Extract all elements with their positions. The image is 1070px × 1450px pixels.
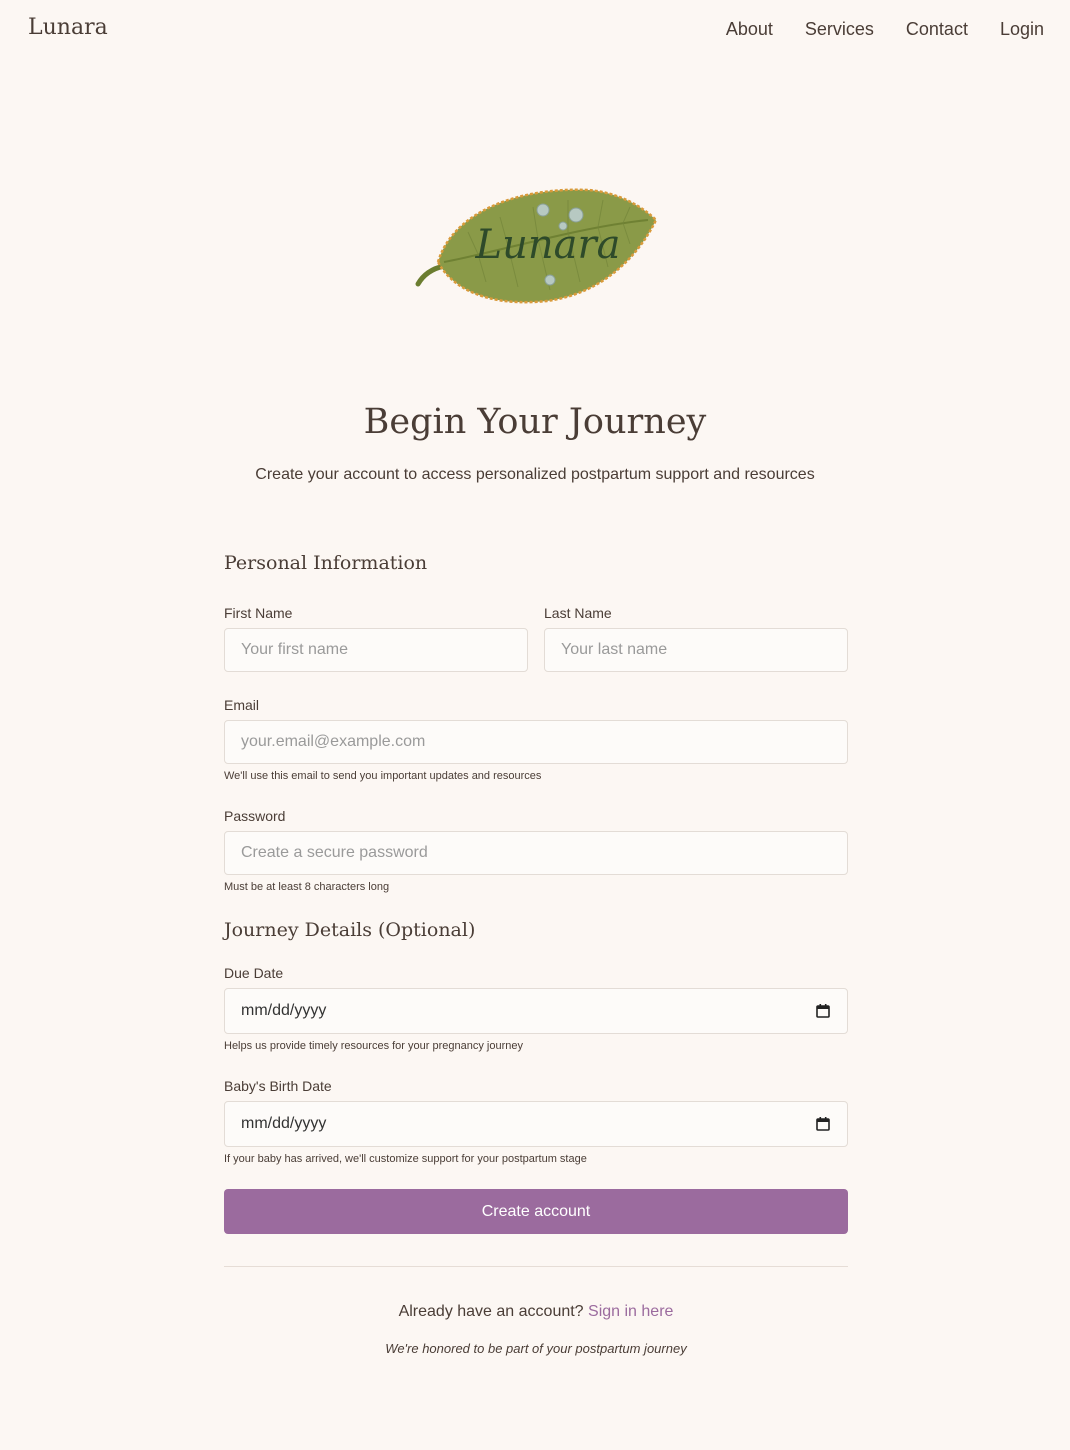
first-name-label: First Name xyxy=(224,605,293,621)
nav-login-link[interactable]: Login xyxy=(1000,19,1044,40)
first-name-input[interactable] xyxy=(224,628,528,672)
birth-date-label: Baby's Birth Date xyxy=(224,1078,332,1094)
due-date-value: mm/dd/yyyy xyxy=(241,1002,327,1019)
last-name-input[interactable] xyxy=(544,628,848,672)
footer-note: We're honored to be part of your postpar… xyxy=(385,1341,687,1356)
calendar-icon[interactable] xyxy=(815,1116,831,1132)
calendar-icon[interactable] xyxy=(815,1003,831,1019)
signin-link[interactable]: Sign in here xyxy=(588,1303,673,1320)
password-hint: Must be at least 8 characters long xyxy=(224,881,390,893)
due-date-label: Due Date xyxy=(224,965,284,981)
last-name-label: Last Name xyxy=(544,605,612,621)
nav-services-link[interactable]: Services xyxy=(805,19,874,40)
password-input[interactable] xyxy=(224,831,848,875)
nav-links: About Services Contact Login xyxy=(726,19,1044,40)
birth-date-value: mm/dd/yyyy xyxy=(241,1115,327,1132)
logo-text: Lunara xyxy=(475,222,621,268)
divider xyxy=(224,1266,848,1267)
name-row: First Name Last Name xyxy=(224,605,848,672)
email-hint: We'll use this email to send you importa… xyxy=(224,770,542,782)
password-label: Password xyxy=(224,808,286,824)
due-date-input[interactable]: mm/dd/yyyy xyxy=(224,988,848,1034)
leaf-logo-icon: Lunara xyxy=(415,188,658,304)
nav-about-link[interactable]: About xyxy=(726,19,773,40)
email-label: Email xyxy=(224,697,260,713)
leaf-logo: Lunara xyxy=(408,182,660,312)
email-input[interactable] xyxy=(224,720,848,764)
due-date-hint: Helps us provide timely resources for yo… xyxy=(224,1040,523,1052)
top-nav: Lunara About Services Contact Login xyxy=(0,0,1070,62)
birth-date-hint: If your baby has arrived, we'll customiz… xyxy=(224,1153,587,1165)
page-subtitle: Create your account to access personaliz… xyxy=(255,466,815,483)
signin-prompt-text: Already have an account? xyxy=(398,1303,584,1320)
journey-section-title: Journey Details (Optional) xyxy=(224,919,476,941)
signin-prompt: Already have an account? Sign in here xyxy=(224,1303,848,1321)
personal-section-title: Personal Information xyxy=(224,552,428,574)
signup-form: Personal Information First Name Last Nam… xyxy=(224,552,848,1356)
brand-link[interactable]: Lunara xyxy=(28,15,108,40)
create-account-button[interactable]: Create account xyxy=(224,1189,848,1234)
nav-contact-link[interactable]: Contact xyxy=(906,19,968,40)
birth-date-input[interactable]: mm/dd/yyyy xyxy=(224,1101,848,1147)
page-title: Begin Your Journey xyxy=(363,402,707,442)
